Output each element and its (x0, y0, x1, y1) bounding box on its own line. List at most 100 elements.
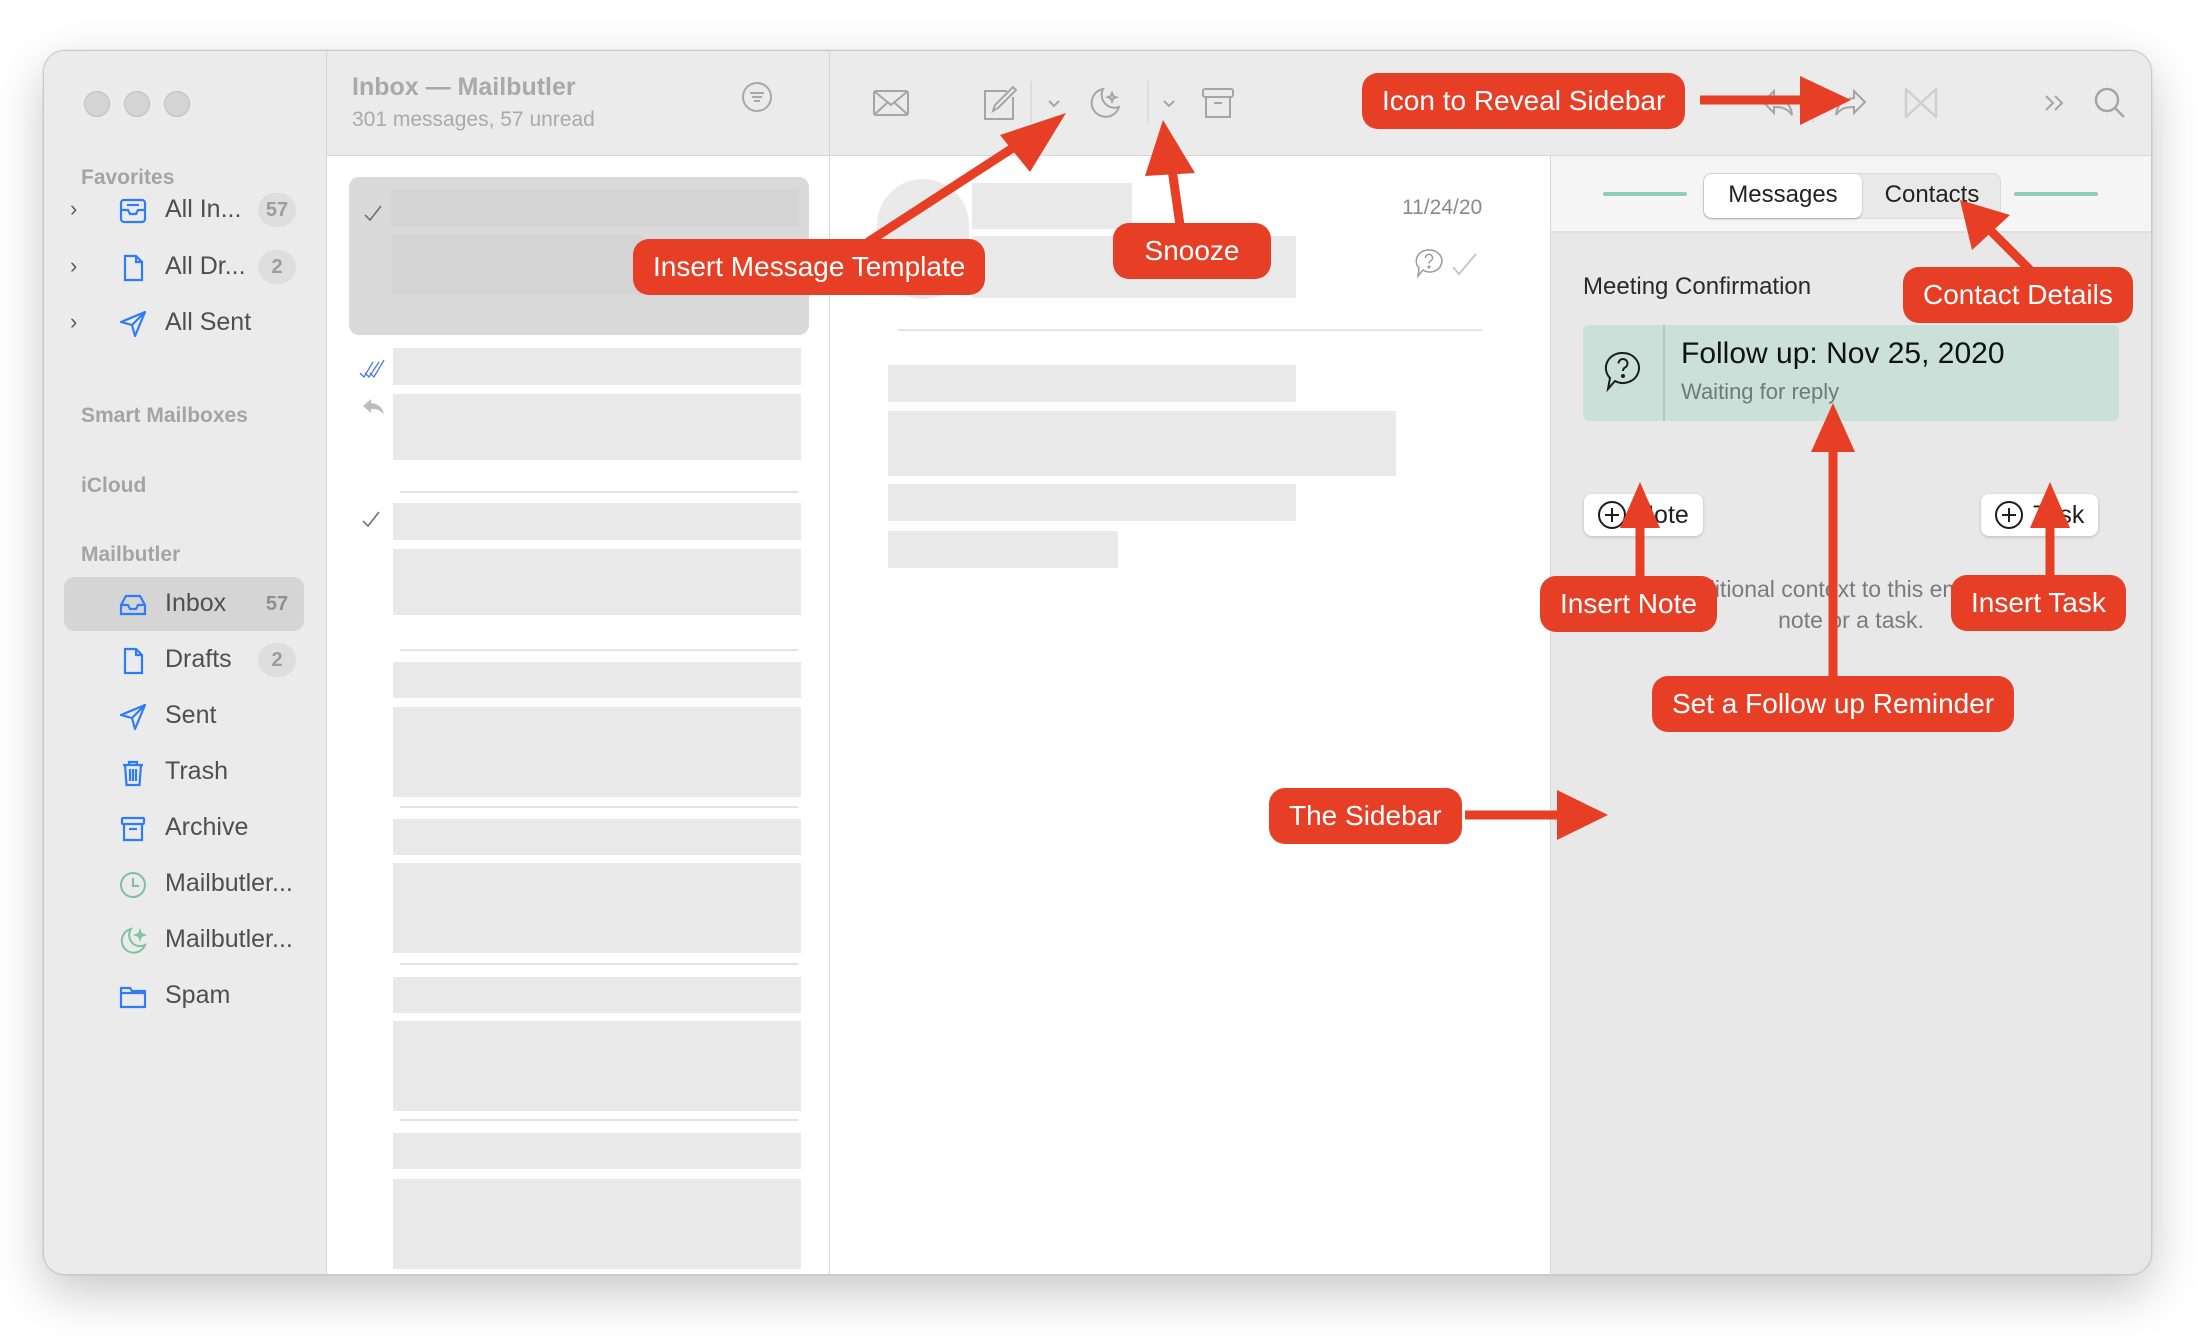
read-check-icon (364, 205, 382, 222)
preview-placeholder (393, 1179, 801, 1269)
sender-placeholder (393, 1133, 801, 1169)
callout-reveal-sidebar: Icon to Reveal Sidebar (1362, 73, 1686, 129)
sidebar-item-all-sent[interactable]: › All Sent (64, 296, 304, 350)
envelope-icon[interactable] (871, 83, 911, 123)
mailbox-sidebar: Favorites › All In... 57 › All Dr... 2 ›… (44, 51, 327, 1274)
preview-placeholder (393, 394, 801, 460)
add-note-button[interactable]: Note (1584, 494, 1703, 536)
read-check-icon (1452, 253, 1477, 276)
tab-messages[interactable]: Messages (1704, 174, 1862, 218)
plus-circle-icon (1995, 501, 2023, 529)
sidebar-item-label: Inbox (165, 589, 227, 617)
snooze-dropdown-chevron-icon[interactable] (1155, 83, 1183, 123)
follow-up-card[interactable]: Follow up: Nov 25, 2020 Waiting for repl… (1583, 325, 2119, 421)
sidebar-item-sent[interactable]: Sent (64, 689, 304, 743)
sidebar-item-all-inboxes[interactable]: › All In... 57 (64, 183, 304, 237)
header-divider (898, 329, 1482, 331)
sidebar-item-archive[interactable]: Archive (64, 801, 304, 855)
plus-circle-icon (1598, 501, 1626, 529)
row-divider (400, 649, 798, 651)
callout-follow-up-reminder: Set a Follow up Reminder (1652, 676, 2015, 732)
chevron-right-icon[interactable]: › (70, 254, 90, 278)
sender-name-placeholder (972, 183, 1132, 229)
sidebar-item-label: Archive (165, 813, 249, 841)
trash-icon (123, 760, 143, 787)
chevron-right-icon[interactable]: › (70, 310, 90, 334)
message-list: Inbox — Mailbutler 301 messages, 57 unre… (327, 51, 830, 1274)
preview-placeholder (392, 235, 642, 295)
sidebar-item-label: All In... (165, 195, 242, 223)
mailbox-summary: 301 messages, 57 unread (352, 108, 595, 131)
moon-snooze-icon[interactable] (1086, 83, 1126, 123)
sidebar-item-all-drafts[interactable]: › All Dr... 2 (64, 240, 304, 294)
search-icon[interactable] (2090, 83, 2130, 123)
add-task-button[interactable]: Task (1981, 494, 2099, 536)
message-subject: Meeting Confirmation (1583, 273, 1812, 300)
template-dropdown-chevron-icon[interactable] (1040, 83, 1068, 123)
body-line-placeholder (888, 531, 1118, 568)
panel-tabs: Messages Contacts (1703, 173, 2001, 219)
follow-up-question-icon[interactable] (1413, 247, 1445, 281)
follow-up-question-icon (1604, 351, 1640, 393)
sender-placeholder (393, 503, 801, 540)
sender-placeholder (393, 662, 801, 698)
preview-placeholder (393, 863, 801, 953)
sidebar-item-label: All Sent (165, 308, 252, 336)
mailbox-title: Inbox — Mailbutler (352, 73, 576, 101)
body-line-placeholder (888, 411, 1396, 476)
preview-placeholder (393, 1021, 801, 1111)
section-icloud[interactable]: iCloud (81, 474, 146, 498)
paper-plane-icon (119, 703, 147, 731)
archive-box-icon (120, 816, 146, 842)
document-icon (123, 254, 144, 282)
toolbar-divider (1147, 81, 1149, 123)
sender-placeholder (391, 189, 799, 226)
sidebar-item-label: Trash (165, 757, 228, 785)
unread-badge: 57 (265, 593, 289, 615)
sidebar-item-trash[interactable]: Trash (64, 745, 304, 799)
folder-icon (119, 986, 147, 1009)
reply-icon[interactable] (1758, 83, 1798, 123)
clock-icon (120, 872, 146, 898)
count-badge: 2 (258, 643, 296, 677)
row-divider (400, 806, 798, 808)
unread-badge: 57 (258, 193, 296, 227)
archive-box-icon[interactable] (1198, 83, 1238, 123)
tab-accent-line (2014, 192, 2098, 196)
close-button[interactable] (84, 91, 110, 117)
sender-placeholder (393, 977, 801, 1013)
section-smart-mailboxes[interactable]: Smart Mailboxes (81, 404, 248, 428)
callout-contact-details: Contact Details (1903, 267, 2133, 323)
message-date: 11/24/20 (1402, 196, 1483, 219)
zoom-button[interactable] (164, 91, 190, 117)
sidebar-item-inbox[interactable]: Inbox 57 (64, 577, 304, 631)
double-chevron-right-icon[interactable] (2037, 83, 2077, 123)
sidebar-item-mailbutler-followups[interactable]: Mailbutler... (64, 857, 304, 911)
sidebar-item-label: Spam (165, 981, 231, 1009)
tab-accent-line (1603, 192, 1687, 196)
sidebar-item-mailbutler-snoozed[interactable]: Mailbutler... (64, 913, 304, 967)
preview-placeholder (393, 707, 801, 797)
minimize-button[interactable] (124, 91, 150, 117)
mailbutler-logo-icon[interactable] (1901, 83, 1941, 123)
sidebar-item-spam[interactable]: Spam (64, 969, 304, 1023)
sidebar-item-label: Mailbutler... (165, 869, 293, 897)
section-mailbutler[interactable]: Mailbutler (81, 543, 180, 567)
row-divider (400, 1119, 798, 1121)
window-controls (84, 91, 190, 117)
sender-placeholder (393, 819, 801, 855)
filter-circle-icon[interactable] (740, 80, 774, 114)
panel-tab-bar: Messages Contacts (1551, 156, 2151, 233)
row-divider (400, 963, 798, 965)
compose-icon[interactable] (979, 83, 1019, 123)
chevron-right-icon[interactable]: › (70, 197, 90, 221)
callout-insert-message-template: Insert Message Template (633, 239, 986, 295)
tab-contacts[interactable]: Contacts (1864, 174, 2000, 218)
moon-snooze-icon (120, 927, 148, 954)
preview-placeholder (393, 549, 801, 615)
body-line-placeholder (888, 365, 1296, 402)
sidebar-item-drafts[interactable]: Drafts 2 (64, 633, 304, 687)
inbox-tray-icon (119, 594, 147, 616)
add-note-label: Note (1636, 500, 1689, 529)
forward-icon[interactable] (1830, 83, 1870, 123)
